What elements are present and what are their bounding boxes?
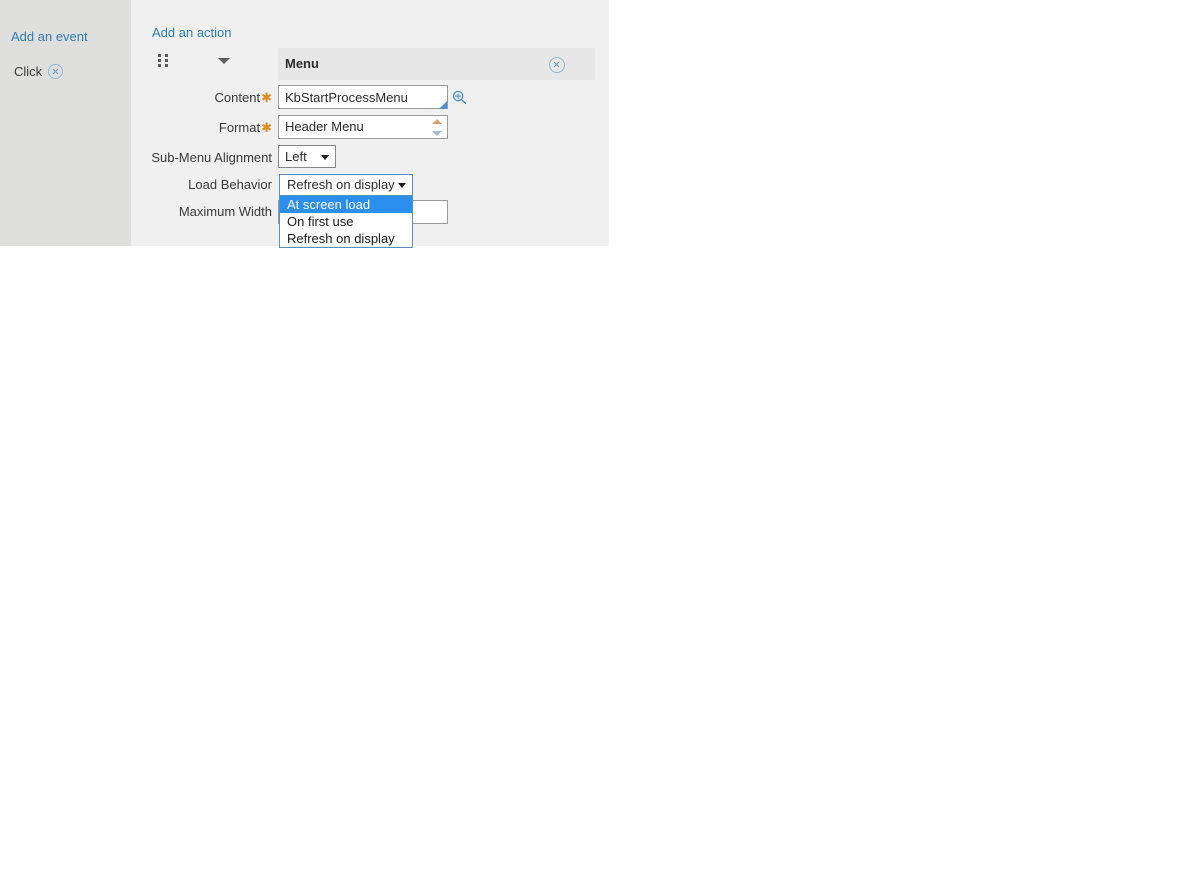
label-format-text: Format [218, 120, 261, 135]
drag-handle-icon[interactable] [158, 54, 169, 70]
sub-menu-alignment-select[interactable]: Left [278, 145, 336, 168]
events-sidebar: Add an event Click [0, 0, 131, 246]
action-title: Menu [285, 56, 319, 71]
load-behavior-option-list[interactable]: At screen load On first use Refresh on d… [279, 195, 413, 248]
load-behavior-option[interactable]: Refresh on display [280, 230, 412, 247]
spinner-arrows-icon[interactable] [432, 119, 442, 136]
format-select[interactable]: Header Menu [278, 115, 448, 139]
label-content-text: Content [214, 90, 261, 105]
magnifier-icon[interactable] [452, 90, 467, 105]
action-panel: Add an action Menu Content✱ Format✱ Sub-… [131, 0, 609, 248]
add-event-link[interactable]: Add an event [11, 29, 88, 44]
event-label: Click [14, 64, 43, 79]
action-header: Menu [278, 48, 595, 80]
content-input[interactable] [278, 85, 448, 109]
load-behavior-select[interactable]: Refresh on display [279, 174, 413, 195]
add-action-link[interactable]: Add an action [152, 25, 232, 40]
label-load-behavior: Load Behavior [131, 177, 272, 192]
label-sub-menu-alignment-text: Sub-Menu Alignment [151, 150, 272, 165]
caret-down-icon[interactable] [218, 58, 230, 64]
chevron-down-icon [398, 183, 406, 188]
circle-x-icon[interactable] [48, 64, 64, 79]
label-format: Format✱ [131, 120, 272, 136]
label-maximum-width-text: Maximum Width [178, 204, 272, 219]
required-asterisk: ✱ [261, 120, 272, 135]
format-select-value: Header Menu [285, 119, 364, 134]
close-icon[interactable] [549, 57, 565, 73]
event-action-editor: Add an event Click Add an action Menu Co… [0, 0, 609, 248]
load-behavior-value: Refresh on display [287, 177, 395, 192]
required-asterisk: ✱ [261, 90, 272, 105]
label-content: Content✱ [131, 90, 272, 106]
label-sub-menu-alignment: Sub-Menu Alignment [131, 150, 272, 165]
label-load-behavior-text: Load Behavior [188, 177, 272, 192]
label-maximum-width: Maximum Width [131, 204, 272, 219]
load-behavior-option[interactable]: At screen load [280, 196, 412, 213]
event-item-click[interactable]: Click [14, 64, 64, 79]
chevron-down-icon [321, 155, 329, 160]
sub-menu-alignment-value: Left [285, 149, 307, 164]
load-behavior-option[interactable]: On first use [280, 213, 412, 230]
